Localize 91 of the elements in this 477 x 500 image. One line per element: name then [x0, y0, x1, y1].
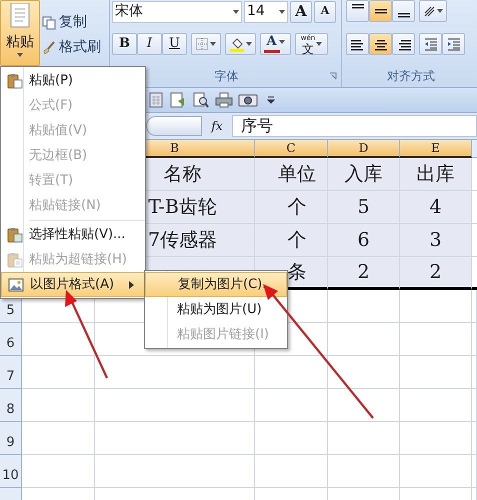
grid-cell [400, 455, 472, 488]
printer-icon[interactable] [215, 92, 233, 108]
clipboard-icon [7, 226, 23, 242]
group-label: 对齐方式 [387, 68, 435, 85]
grid-cell [328, 323, 400, 356]
group-label: 字体 [214, 68, 238, 85]
grid-cell [400, 323, 472, 356]
indent-icon [446, 38, 460, 50]
clipboard-icon [7, 72, 23, 88]
vertical-align-button[interactable] [392, 0, 415, 22]
dropdown-caret-icon [233, 10, 239, 14]
vertical-align-button[interactable] [369, 0, 392, 22]
align-icon [374, 8, 386, 14]
table-cell: 入库 [328, 158, 400, 191]
border-grid-icon [196, 38, 208, 50]
clipboard-button[interactable]: 复制 [42, 12, 101, 33]
calculator-icon[interactable] [148, 92, 164, 108]
dropdown-caret-icon [279, 10, 285, 14]
grid-cell [400, 389, 472, 422]
color-swatch [264, 50, 280, 53]
row-header[interactable]: 10 [0, 455, 22, 488]
camera-icon[interactable] [238, 92, 258, 108]
paste-button[interactable]: 粘贴 [0, 0, 40, 66]
grid-cell [328, 389, 400, 422]
text-style-button[interactable]: B [112, 33, 137, 55]
print-preview-icon[interactable] [192, 92, 210, 108]
column-header[interactable]: C [255, 140, 328, 158]
font-name-field[interactable]: 宋体 [112, 0, 242, 22]
dropdown-caret-icon [278, 40, 285, 44]
function-button[interactable]: fx [202, 117, 232, 135]
column-header[interactable]: D [328, 140, 400, 158]
grid-cell [400, 356, 472, 389]
table-cell: 2 [400, 257, 472, 290]
angled-text-icon [423, 4, 436, 18]
horizontal-align-button[interactable] [346, 33, 369, 55]
table-cell: 3 [400, 224, 472, 257]
indent-icon [424, 38, 438, 50]
horizontal-align-button[interactable] [369, 33, 392, 55]
clipboard-button[interactable]: 格式刷 [42, 37, 101, 58]
increase-indent-button[interactable] [442, 33, 465, 55]
align-icon [398, 13, 410, 18]
picture-icon [8, 276, 24, 292]
orientation-button[interactable] [419, 0, 447, 22]
dropdown-caret-icon [246, 42, 252, 46]
copy-icon [42, 16, 56, 30]
dropdown-caret-icon [437, 9, 443, 13]
table-cell: 单位 [255, 158, 328, 191]
row-header[interactable]: 6 [0, 323, 22, 356]
document-icon[interactable] [169, 92, 187, 108]
table-cell: 出库 [400, 158, 472, 191]
fill-color-button[interactable] [225, 33, 256, 55]
align-icon [352, 4, 364, 9]
column-header[interactable]: E [400, 140, 472, 158]
table-cell: 6 [328, 224, 400, 257]
dropdown-caret-icon [17, 53, 23, 57]
grid-cell [328, 356, 400, 389]
text-style-button[interactable]: I [137, 33, 162, 55]
horizontal-align-button[interactable] [392, 33, 415, 55]
paint-bucket-icon [230, 36, 244, 52]
brush-icon [42, 40, 56, 54]
decrease-indent-button[interactable] [419, 33, 442, 55]
table-cell: 2 [328, 257, 400, 290]
dropdown-caret-icon [210, 42, 216, 46]
table-cell: 个 [255, 224, 328, 257]
shrink-font-button[interactable]: A [314, 0, 336, 22]
dialog-launcher-icon[interactable] [329, 72, 337, 80]
menu-item[interactable]: 粘贴(P) [1, 68, 145, 93]
table-cell: 个 [255, 191, 328, 224]
dropdown-caret-icon [316, 42, 322, 46]
borders-button[interactable] [191, 33, 221, 55]
clipboard-icon [7, 252, 23, 268]
grow-font-button[interactable]: A [290, 0, 312, 22]
formula-field[interactable]: 序号 [232, 115, 477, 137]
grid-cell [328, 422, 400, 455]
menu-item[interactable]: 以图片格式(A) [1, 272, 145, 297]
customize-toolbar-icon[interactable] [267, 96, 275, 104]
grid-cell [400, 290, 472, 323]
text-style-button[interactable]: U [162, 33, 187, 55]
table-cell: 4 [400, 191, 472, 224]
row-header[interactable]: 7 [0, 356, 22, 389]
grid-cell [328, 290, 400, 323]
row-header[interactable]: 8 [0, 389, 22, 422]
font-color-button[interactable]: A [260, 33, 291, 55]
table-cell: 5 [328, 191, 400, 224]
grid-cell [328, 455, 400, 488]
vertical-align-button[interactable] [346, 0, 369, 22]
grid-cell [400, 422, 472, 455]
row-header[interactable]: 9 [0, 422, 22, 455]
menu-item[interactable]: 粘贴为图片(U) [145, 297, 287, 322]
font-size-field[interactable]: 14 [244, 0, 288, 22]
menu-item[interactable]: 复制为图片(C). [145, 272, 287, 297]
